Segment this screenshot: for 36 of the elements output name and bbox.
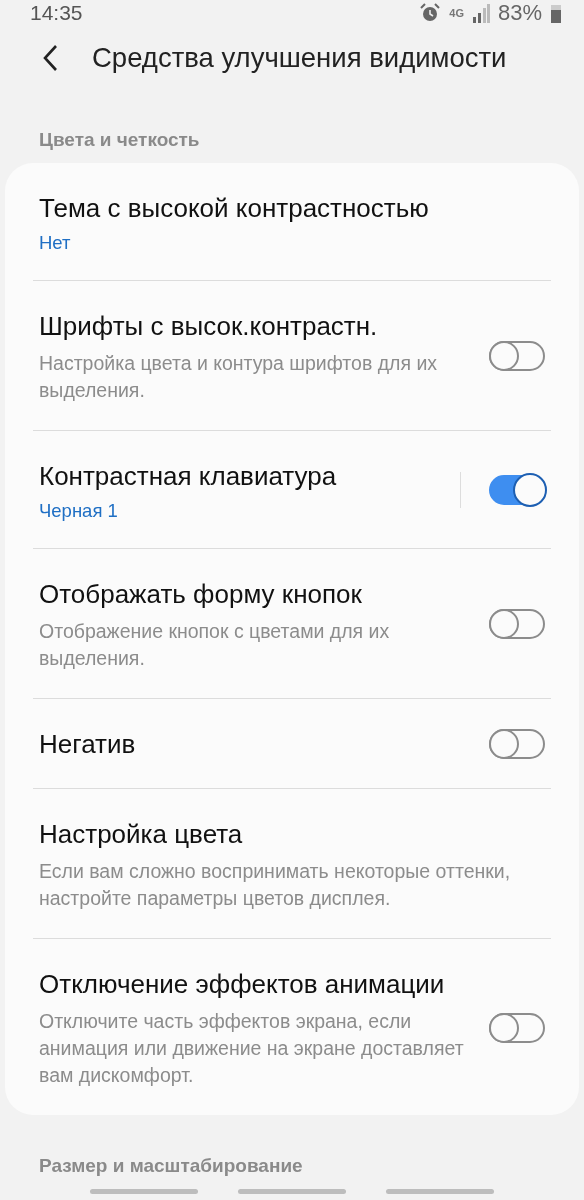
settings-row[interactable]: Негатив (33, 699, 551, 788)
battery-icon (550, 3, 562, 24)
setting-value: Нет (39, 232, 72, 254)
setting-title: Контрастная клавиатура (39, 460, 338, 493)
setting-description: Настройка цвета и контура шрифтов для их выделения. (39, 351, 439, 403)
nav-bar-handle[interactable] (238, 1189, 346, 1194)
settings-row[interactable]: Контрастная клавиатура Черная 1 (33, 431, 551, 548)
battery-label: 83% (497, 0, 542, 27)
toggle-switch[interactable] (489, 1012, 545, 1043)
nav-bar-handle[interactable] (386, 1189, 494, 1194)
settings-row[interactable]: Отображать форму кнопок Отображение кнопок с цветами для их выделения. (33, 549, 551, 698)
setting-value: Черная 1 (39, 500, 119, 522)
setting-description: Отключите часть эффектов экрана, если анимация или движение на экране доставляет вам дискомфорт. (39, 1009, 465, 1088)
network-label: 4G (449, 7, 464, 20)
section-header: Размер и масштабирование (38, 1154, 304, 1178)
settings-row[interactable]: Настройка цвета Если вам сложно воспринимать некоторые оттенки, настройте параметры цветов дисплея. (33, 789, 551, 938)
setting-title: Шрифты с высок.контрастн. (39, 310, 379, 343)
signal-icon (471, 3, 490, 24)
status-time: 14:35 (30, 1, 83, 26)
setting-title: Отключение эффектов анимации (39, 968, 446, 1001)
settings-row[interactable]: Отключение эффектов анимации Отключите часть эффектов экрана, если анимация или движение на экране доставляет вам дискомфорт. (33, 939, 551, 1115)
toggle-switch[interactable] (489, 475, 545, 505)
toggle-switch[interactable] (489, 729, 545, 759)
setting-title: Тема с высокой контрастностью (39, 192, 430, 225)
setting-description: Если вам сложно воспринимать некоторые оттенки, настройте параметры цветов дисплея. (39, 859, 512, 911)
toggle-switch[interactable] (489, 341, 545, 371)
section-header: Цвета и четкость (38, 128, 201, 152)
nav-bar-handle[interactable] (90, 1189, 198, 1194)
setting-title: Отображать форму кнопок (39, 578, 363, 611)
setting-title: Негатив (39, 728, 137, 761)
page-title: Средства улучшения видимости (92, 42, 507, 74)
settings-row[interactable]: Тема с высокой контрастностью Нет (33, 163, 551, 280)
settings-row[interactable]: Шрифты с высок.контрастн. Настройка цвета и контура шрифтов для их выделения. (33, 281, 551, 430)
setting-title: Настройка цвета (39, 818, 244, 851)
toggle-switch[interactable] (489, 609, 545, 639)
setting-description: Отображение кнопок с цветами для их выделения. (39, 619, 391, 671)
